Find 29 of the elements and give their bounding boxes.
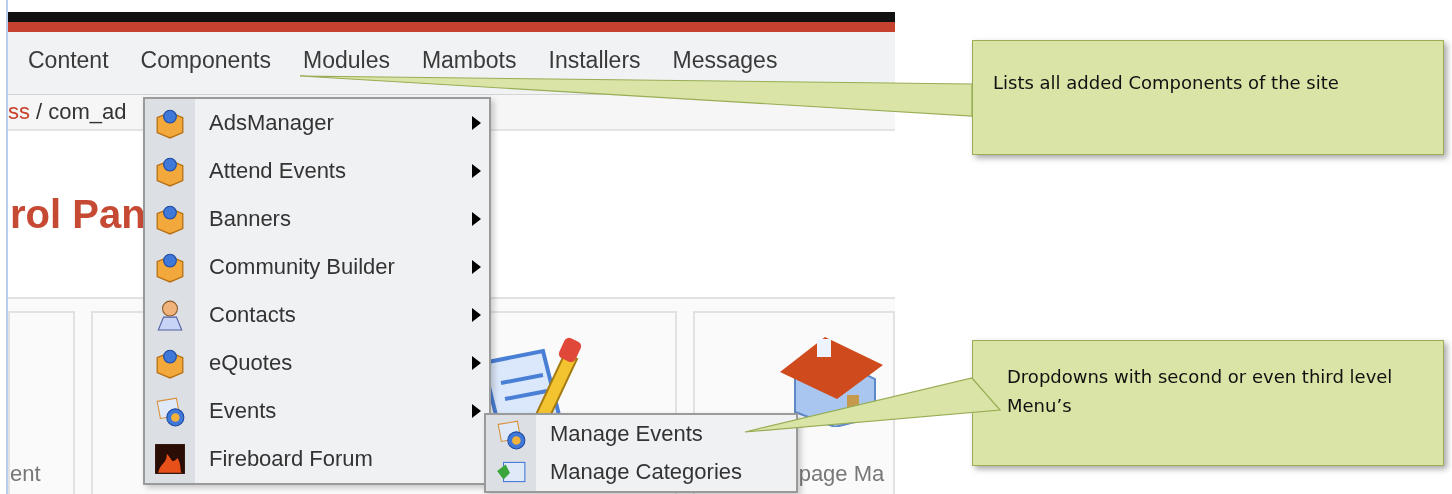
package-globe-icon xyxy=(154,251,186,283)
menu-item[interactable]: Installers xyxy=(548,46,641,74)
menu-item[interactable]: Modules xyxy=(303,46,390,74)
dropdown-item[interactable]: Attend Events xyxy=(145,147,489,195)
callout-note: Dropdowns with second or even third level Menu’s xyxy=(972,340,1444,466)
dropdown-item[interactable]: Contacts xyxy=(145,291,489,339)
breadcrumb-text: / com_ad xyxy=(36,99,127,125)
control-panel-tile[interactable]: ent xyxy=(8,311,76,494)
menu-item[interactable]: Components xyxy=(140,46,271,74)
callout-note: Lists all added Components of the site xyxy=(972,40,1444,155)
calendar-clock-icon xyxy=(495,418,527,450)
package-globe-icon xyxy=(154,203,186,235)
dropdown-item[interactable]: AdsManager xyxy=(145,99,489,147)
dropdown-item[interactable]: eQuotes xyxy=(145,339,489,387)
package-globe-icon xyxy=(154,155,186,187)
dropdown-item[interactable]: Banners xyxy=(145,195,489,243)
calendar-clock-icon xyxy=(154,395,186,427)
tile-label: ent xyxy=(10,461,41,487)
page-title: rol Pan xyxy=(10,191,146,237)
menu-item[interactable]: Content xyxy=(28,46,109,74)
menu-item[interactable]: Mambots xyxy=(421,46,517,74)
breadcrumb-link[interactable]: ss xyxy=(8,99,30,125)
dropdown-item[interactable]: Community Builder xyxy=(145,243,489,291)
person-icon xyxy=(154,299,186,331)
menu-item[interactable]: Messages xyxy=(672,46,778,74)
tile-label: page Ma xyxy=(798,461,885,487)
flame-icon xyxy=(154,443,186,475)
package-globe-icon xyxy=(154,347,186,379)
package-globe-icon xyxy=(154,107,186,139)
